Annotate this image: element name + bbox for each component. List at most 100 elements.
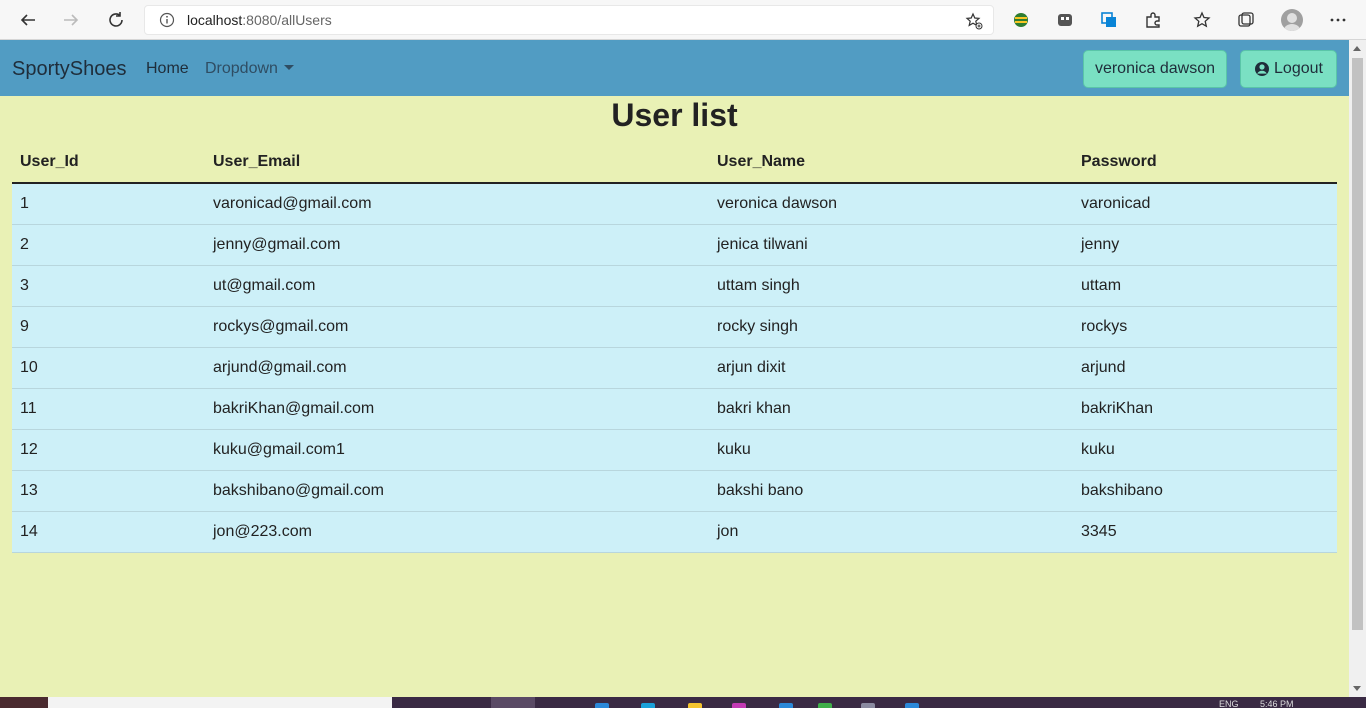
taskbar-app-icon[interactable] (861, 703, 875, 708)
taskbar-search[interactable] (48, 697, 392, 708)
header-user-email: User_Email (205, 142, 709, 184)
table-row: 2 jenny@gmail.com jenica tilwani jenny (12, 224, 1337, 266)
cell-user-email: bakriKhan@gmail.com (205, 388, 709, 430)
cell-password: rockys (1073, 306, 1337, 348)
table-row: 14 jon@223.com jon 3345 (12, 511, 1337, 553)
user-table: User_Id User_Email User_Name Password 1v… (12, 142, 1337, 553)
tray-clock[interactable]: 5:46 PM (1260, 699, 1294, 708)
taskbar-app-icon[interactable] (641, 703, 655, 708)
cell-user-email: arjund@gmail.com (205, 347, 709, 389)
taskbar-app-icon[interactable] (732, 703, 746, 708)
cell-user-name: jenica tilwani (709, 224, 1073, 266)
taskbar-app-icon[interactable] (905, 703, 919, 708)
more-menu-icon[interactable] (1328, 10, 1348, 30)
header-user-id: User_Id (12, 142, 205, 184)
cell-user-name: rocky singh (709, 306, 1073, 348)
cell-user-email: varonicad@gmail.com (205, 183, 709, 225)
cell-password: uttam (1073, 265, 1337, 307)
cell-password: varonicad (1073, 183, 1337, 225)
cell-user-name: arjun dixit (709, 347, 1073, 389)
cell-password: kuku (1073, 429, 1337, 471)
cell-password: arjund (1073, 347, 1337, 389)
cell-user-name: veronica dawson (709, 183, 1073, 225)
cell-password: bakshibano (1073, 470, 1337, 512)
nav-dropdown-toggle[interactable]: Dropdown (205, 60, 294, 78)
table-header-row: User_Id User_Email User_Name Password (12, 142, 1337, 184)
table-row: 1 varonicad@gmail.com veronica dawson varon… (12, 183, 1337, 225)
favorites-star-icon[interactable] (1192, 10, 1212, 30)
table-row: 10 arjund@gmail.com arjun dixit arjund (12, 347, 1337, 389)
forward-button[interactable] (55, 4, 87, 36)
start-button[interactable] (0, 697, 48, 708)
header-user-name: User_Name (709, 142, 1073, 184)
taskbar-active-app[interactable] (491, 697, 535, 708)
logout-label: Logout (1274, 60, 1323, 77)
url-text: localhost:8080/allUsers (187, 12, 332, 28)
forward-arrow-icon (64, 14, 79, 26)
scrollbar-thumb[interactable] (1352, 58, 1363, 630)
taskbar-app-icon[interactable] (818, 703, 832, 708)
taskbar-app-icon[interactable] (688, 703, 702, 708)
header-password: Password (1073, 142, 1337, 184)
back-arrow-icon (20, 14, 35, 26)
cell-user-name: uttam singh (709, 265, 1073, 307)
page-title: User list (611, 97, 738, 133)
app-navbar: SportyShoes Home Dropdown veronica dawso… (0, 40, 1349, 96)
cell-user-name: bakshi bano (709, 470, 1073, 512)
extensions-puzzle-icon[interactable] (1143, 10, 1163, 30)
vertical-scrollbar[interactable] (1349, 40, 1366, 697)
table-row: 3 ut@gmail.com uttam singh uttam (12, 265, 1337, 307)
current-user-button[interactable]: veronica dawson (1083, 50, 1227, 88)
extension-globe-icon[interactable] (1011, 10, 1031, 30)
logout-button[interactable]: Logout (1240, 50, 1337, 88)
caret-down-icon (283, 65, 294, 70)
cell-user-email: bakshibano@gmail.com (205, 470, 709, 512)
table-row: 13 bakshibano@gmail.com bakshi bano bakshib… (12, 470, 1337, 512)
taskbar-app-icon[interactable] (595, 703, 609, 708)
table-row: 9 rockys@gmail.com rocky singh rockys (12, 306, 1337, 348)
extension-collections-icon[interactable] (1099, 10, 1119, 30)
table-row: 11 bakriKhan@gmail.com bakri khan bakriKhan (12, 388, 1337, 430)
nav-dropdown-label: Dropdown (205, 60, 278, 77)
refresh-button[interactable] (100, 4, 132, 36)
cell-user-name: bakri khan (709, 388, 1073, 430)
cell-user-name: kuku (709, 429, 1073, 471)
cell-user-id: 12 (12, 429, 205, 471)
brand-link[interactable]: SportyShoes (12, 58, 127, 81)
os-taskbar: ENG 5:46 PM (0, 697, 1366, 708)
url-path: :8080/allUsers (242, 12, 332, 28)
cell-user-name: jon (709, 511, 1073, 553)
extension-mask-icon[interactable] (1055, 10, 1075, 30)
profile-avatar[interactable] (1281, 9, 1303, 31)
info-icon[interactable] (159, 12, 175, 28)
cell-user-id: 14 (12, 511, 205, 553)
table-row: 12 kuku@gmail.com1 kuku kuku (12, 429, 1337, 471)
cell-user-id: 11 (12, 388, 205, 430)
page-viewport: SportyShoes Home Dropdown veronica dawso… (0, 40, 1366, 697)
back-button[interactable] (12, 4, 44, 36)
browser-toolbar: localhost:8080/allUsers (0, 0, 1366, 40)
tray-language[interactable]: ENG (1219, 699, 1239, 708)
cell-user-id: 1 (12, 183, 205, 225)
cell-user-id: 3 (12, 265, 205, 307)
cell-user-email: ut@gmail.com (205, 265, 709, 307)
cell-user-id: 9 (12, 306, 205, 348)
refresh-icon (109, 12, 123, 27)
taskbar-app-icon[interactable] (779, 703, 793, 708)
url-host: localhost (187, 12, 243, 28)
cell-user-id: 2 (12, 224, 205, 266)
cell-user-email: jon@223.com (205, 511, 709, 553)
scroll-up-icon[interactable] (1353, 46, 1361, 51)
cell-password: jenny (1073, 224, 1337, 266)
cell-password: 3345 (1073, 511, 1337, 553)
scroll-down-icon[interactable] (1353, 686, 1361, 691)
cell-user-email: rockys@gmail.com (205, 306, 709, 348)
address-bar[interactable]: localhost:8080/allUsers (144, 5, 994, 35)
nav-home-link[interactable]: Home (146, 60, 189, 78)
cell-user-id: 10 (12, 347, 205, 389)
cell-password: bakriKhan (1073, 388, 1337, 430)
collections-icon[interactable] (1236, 10, 1256, 30)
add-favorite-icon[interactable] (965, 12, 983, 30)
cell-user-email: jenny@gmail.com (205, 224, 709, 266)
user-circle-icon (1255, 62, 1270, 76)
